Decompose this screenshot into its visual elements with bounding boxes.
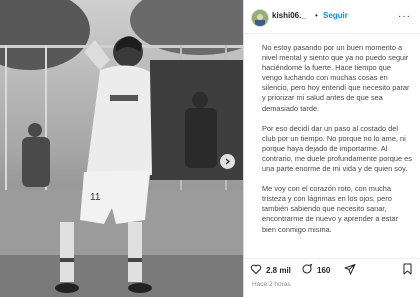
caption-paragraph: No estoy pasando por un buen momento a n… <box>262 43 410 113</box>
comment-count[interactable]: 160 <box>317 266 330 275</box>
share-icon[interactable] <box>344 263 356 275</box>
post-side-panel: kishi06._ • Seguir ··· No estoy pasando … <box>243 0 420 297</box>
svg-text:11: 11 <box>90 192 101 203</box>
like-count[interactable]: 2.8 mil <box>266 266 291 275</box>
chevron-right-icon <box>225 158 230 165</box>
post-caption: No estoy pasando por un buen momento a n… <box>262 43 412 245</box>
follow-button[interactable]: Seguir <box>323 11 348 20</box>
comment-icon[interactable] <box>301 263 313 275</box>
caption-paragraph: Me voy con el corazón roto, con mucha tr… <box>262 184 398 234</box>
username[interactable]: kishi06._ <box>272 11 306 20</box>
instagram-post: 11 kishi06._ • Seguir ··· No estoy pasan… <box>0 0 420 297</box>
photo-illustration: 11 <box>0 0 243 297</box>
action-bar: 2.8 mil 160 <box>244 258 420 279</box>
bookmark-icon[interactable] <box>402 263 413 275</box>
caption-paragraph: Por eso decidí dar un paso al costado de… <box>262 123 412 174</box>
heart-icon[interactable] <box>250 263 262 275</box>
avatar[interactable] <box>251 9 269 27</box>
next-photo-button[interactable] <box>220 154 235 169</box>
post-photo[interactable]: 11 <box>0 0 243 297</box>
separator-dot: • <box>315 11 318 20</box>
post-timestamp: Hace 2 horas <box>252 281 291 288</box>
post-header: kishi06._ • Seguir ··· <box>244 0 420 34</box>
avatar-image <box>252 10 268 26</box>
more-options-icon[interactable]: ··· <box>398 11 411 22</box>
